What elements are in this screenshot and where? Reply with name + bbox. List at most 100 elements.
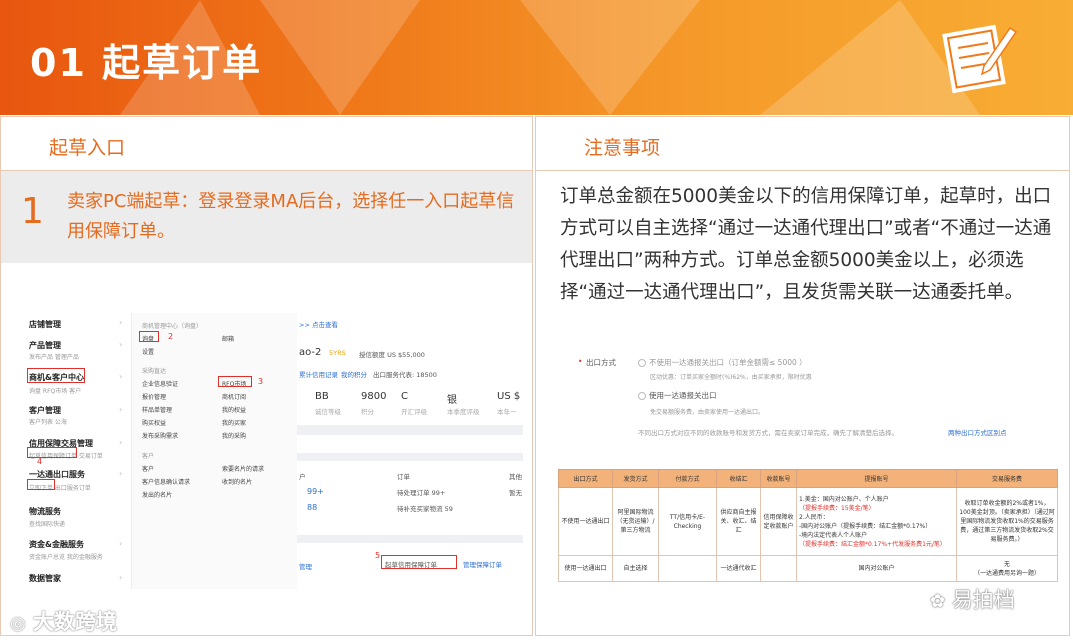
menu-group-title: 客户 [142,453,155,460]
menu-item[interactable]: 我的权益 [222,405,246,414]
backend-main: >> 点击查看 ao-2 5YRS 授信额度 US $55,000 累计信用记录… [297,313,523,589]
cell-line: （提报手续费：15美金/笔） [799,504,875,512]
menu-item[interactable]: 企业信息验证 [142,379,178,388]
chevron-right-icon: › [119,438,123,447]
stat-value: 9800 [361,391,387,402]
wechat-icon: ✿ [930,591,946,612]
option-label: 使用一达通报关出口 [649,391,717,400]
menu-item[interactable]: 发布采购需求 [142,431,178,440]
table-cell: 无 （一达通费用另询一题） [956,555,1058,582]
cell-line: 无 [1003,560,1010,568]
sidebar-item-data[interactable]: 数据管家 [29,573,61,584]
table-header: 收结汇 [716,469,761,488]
sidebar-item-customer[interactable]: 客户管理 [29,405,61,416]
menu-item[interactable]: 收到的名片 [222,477,252,486]
step-marker: 5 [375,551,381,560]
col-head: 其他 [509,473,522,481]
menu-item-settings[interactable]: 设置 [142,347,154,356]
highlight-box-onetouch [27,479,55,490]
radio-button[interactable] [638,392,646,400]
chevron-right-icon: › [119,318,123,327]
options-footer: 不同出口方式对应不同的收款账号和发货方式，需在卖家订单完成，确先了解清楚后选择。 [638,429,898,437]
step-box: 1 卖家PC端起草：登录登录MA后台，选择任一入口起草信用保障订单。 [1,171,532,263]
stat-label: 开汇评级 [401,408,427,416]
menu-item[interactable]: 客户信息确认请求 [142,477,190,486]
chevron-right-icon: › [119,340,123,349]
step-marker: 3 [258,377,264,386]
menu-item[interactable]: 商机订阅 [222,392,246,401]
stat-label: 本季度评级 [447,408,480,416]
menu-item[interactable]: 报价管理 [142,392,166,401]
option-note: 免交易额服务费，由卖家使用一达通出口。 [650,409,765,416]
table-row: 不使用一达通出口 阿里国际物流（无货运输）/第三方物流 TT/信用卡/E-Che… [558,487,1058,556]
draft-order-button[interactable]: 起草信用保障订单 [385,559,437,569]
menu-group-title: 采购直达 [142,368,167,375]
table-cell: 使用一达通出口 [558,555,613,582]
table-header: 发货方式 [612,469,659,488]
watermark-left: ◎ 大数跨境 [10,606,117,636]
menu-item[interactable]: 购买权益 [142,418,166,427]
count-link[interactable]: 99+ [307,487,324,496]
step-text: 卖家PC端起草：登录登录MA后台，选择任一入口起草信用保障订单。 [67,191,515,242]
slide: 01 起草订单 起草入口 1 卖家PC端起草：登录登录MA后台，选择任一入口起草… [0,0,1073,643]
stat-value: C [401,391,408,402]
chevron-right-icon: › [119,405,123,414]
radio-button[interactable] [638,359,646,367]
menu-item[interactable]: 客户 [142,464,154,473]
export-method-options: • 出口方式 不使用一达通报关出口（订单金额需≤ 5000 ） 区动优惠：订单买… [558,357,1058,451]
table-row: 使用一达通出口 自主选择 一达通代收汇 国内对公账户 无 （一达通费用另询一题） [558,555,1058,582]
sidebar-sub: 询盘 RFQ市场 客户 [29,388,82,395]
sidebar-sub: 查找国际快递 [29,521,66,528]
table-cell: 阿里国际物流（无货运输）/第三方物流 [612,487,659,556]
sidebar-item-logistics[interactable]: 物流服务 [29,506,61,517]
required-star: • [578,357,583,366]
notes-heading: 注意事项 [536,117,1069,171]
cell-line: （一达通费用另询一题） [973,569,1040,577]
backend-sidebar: 店铺管理 › 产品管理 发布产品 管理产品 › 商机&客户中心 询盘 RFQ市场… [27,313,131,589]
sidebar-item-finance[interactable]: 资金&金融服务 [29,539,84,550]
table-header: 交易服务费 [956,469,1058,488]
sidebar-item-store[interactable]: 店铺管理 [29,319,61,330]
watermark-right: ✿ 易拍档 [930,584,1015,614]
menu-item[interactable]: 我的买家 [222,418,246,427]
export-method-label: 出口方式 [586,358,616,367]
option-onetouch[interactable]: 使用一达通报关出口 [638,390,717,401]
crm-dropdown-menu: 商机管理中心（询盘） 询盘 2 设置 采购直达 企业信息验证 报价管理 样品单管… [131,313,297,589]
menu-item[interactable]: 索要名片的请求 [222,464,264,473]
table-header: 提报账号 [796,469,957,488]
divider [297,425,523,435]
manage-link[interactable]: 管理 [299,561,312,571]
sidebar-item-product[interactable]: 产品管理 [29,340,61,351]
difference-link[interactable]: 两种出口方式区别点 [948,427,1007,437]
option-no-onetouch[interactable]: 不使用一达通报关出口（订单金额需≤ 5000 ） [638,357,807,368]
cell-line: 1.美金：国内对公账户、个人账户 [799,495,889,503]
view-link[interactable]: >> 点击查看 [299,319,338,329]
brand-logo-icon: ◎ [10,613,26,634]
stat-label: 积分 [361,408,374,416]
highlight-box-4 [27,447,77,458]
table-header-row: 出口方式 发货方式 付款方式 收结汇 收款账号 提报账号 交易服务费 [558,469,1058,488]
step-marker: 4 [37,457,43,466]
menu-group-title: 商机管理中心（询盘） [142,323,203,330]
pending-logistics[interactable]: 待补充买家物流 59 [397,503,453,513]
page-title: 01 起草订单 [30,41,263,85]
stat-label: 本年一 [497,408,517,416]
option-note: 区动优惠：订单买家全额时(%)62%，由买家承担，限时优惠 [650,374,812,381]
manage-orders-link[interactable]: 管理保障订单 [463,559,502,569]
tab-credit-record[interactable]: 累计信用记录 [299,369,338,379]
stat-label: 诚信等级 [315,408,341,416]
menu-item[interactable]: 我的采购 [222,431,246,440]
menu-item[interactable]: 发出的名片 [142,490,172,499]
menu-item-mailbox[interactable]: 邮箱 [222,334,234,343]
entry-heading: 起草入口 [1,117,532,171]
cell-line: -境内法定代表人个人账户 [799,531,868,539]
table-cell [658,555,717,582]
chevron-right-icon: › [119,372,123,381]
count-link[interactable]: 88 [307,503,317,512]
menu-item[interactable]: 样品单管理 [142,405,172,414]
tab-my-points[interactable]: 我的积分 [341,369,367,379]
backend-screenshot: 店铺管理 › 产品管理 发布产品 管理产品 › 商机&客户中心 询盘 RFQ市场… [27,313,523,589]
notes-panel: 注意事项 订单总金额在5000美金以下的信用保障订单，起草时，出口方式可以自主选… [535,116,1070,636]
header-banner: 01 起草订单 [0,0,1073,115]
pending-orders[interactable]: 待处理订单 99+ [397,487,445,497]
